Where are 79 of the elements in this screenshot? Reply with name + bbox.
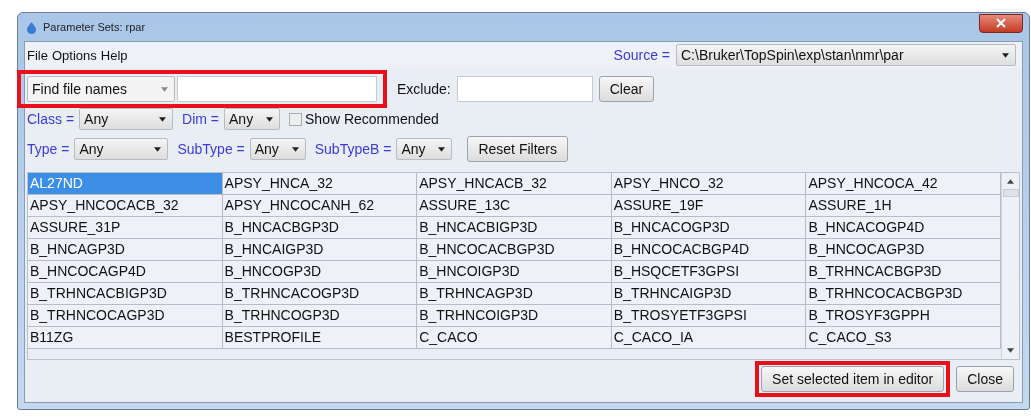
parameter-set-item[interactable]: B11ZG (28, 327, 223, 349)
filter-dropdown[interactable]: Any (79, 108, 174, 130)
caret-icon (154, 146, 162, 152)
window-title: Parameter Sets: rpar (43, 21, 146, 33)
caret-icon (291, 146, 299, 152)
parameter-set-item[interactable]: B_TRHNCACBGP3D (806, 261, 1001, 283)
parameter-set-item[interactable]: B_TRHNCACBIGP3D (28, 283, 223, 305)
parameter-set-item[interactable]: B_HNCACOGP3D (611, 217, 807, 239)
clear-button[interactable]: Clear (598, 76, 655, 102)
parameter-set-item[interactable]: C_CACO_IA (611, 327, 807, 349)
parameter-set-item[interactable]: B_TRHNCAIGP3D (611, 283, 807, 305)
parameter-set-item[interactable]: B_HNCAIGP3D (222, 239, 418, 261)
parameter-set-item[interactable]: ASSURE_19F (611, 195, 807, 217)
menu-item[interactable]: Help (100, 47, 128, 63)
show-recommended-checkbox[interactable]: Show Recommended (289, 111, 439, 127)
find-field[interactable] (177, 76, 377, 102)
source-label: Source = (613, 47, 670, 63)
parameter-set-item[interactable]: B_HNCOIGP3D (417, 261, 612, 283)
exclude-label: Exclude: (397, 81, 451, 97)
parameter-set-item[interactable]: B_HNCOCACBGP3D (417, 239, 612, 261)
parameter-set-item[interactable]: B_HNCACBGP3D (222, 217, 418, 239)
drop-icon (26, 20, 37, 34)
parameter-set-item[interactable]: APSY_HNCO_32 (611, 173, 807, 195)
close-icon (996, 18, 1006, 28)
parameter-set-item[interactable]: C_CACO_S3 (806, 327, 1001, 349)
filter-label: SubTypeB = (314, 141, 392, 157)
parameter-set-item[interactable]: APSY_HNCA_32 (222, 173, 418, 195)
scrollbar[interactable] (1001, 173, 1019, 359)
filter-dropdown[interactable]: Any (396, 138, 453, 160)
checkbox[interactable] (289, 112, 303, 126)
source-dropdown[interactable]: C:\Bruker\TopSpin\exp\stan\nmr\par (676, 44, 1016, 66)
parameter-set-item[interactable]: B_HSQCETF3GPSI (611, 261, 807, 283)
parameter-set-item[interactable]: B_HNCOCAGP3D (806, 239, 1001, 261)
parameter-set-item[interactable]: APSY_HNCOCANH_62 (222, 195, 418, 217)
scroll-up-icon[interactable] (1007, 179, 1014, 184)
filter-dropdown[interactable]: Any (224, 108, 281, 130)
parameter-set-item[interactable]: B_TRHNCACOGP3D (222, 283, 418, 305)
dialog-button[interactable]: Close (956, 366, 1014, 392)
parameter-set-item[interactable]: B_HNCAGP3D (28, 239, 223, 261)
parameter-set-item[interactable]: B_TRHNCOCACBGP3D (806, 283, 1001, 305)
menu-item[interactable]: Options (51, 47, 97, 63)
parameter-set-item[interactable]: B_TRHNCAGP3D (417, 283, 612, 305)
filter-dropdown[interactable]: Any (249, 138, 306, 160)
parameter-set-item[interactable]: B_HNCOGP3D (222, 261, 418, 283)
caret-icon (1002, 52, 1009, 58)
filter-label: Dim = (182, 111, 220, 127)
parameter-set-item[interactable]: BESTPROFILE (222, 327, 418, 349)
caret-icon (438, 146, 446, 152)
scroll-thumb[interactable] (1002, 189, 1019, 197)
scroll-down-icon[interactable] (1007, 348, 1014, 353)
parameter-set-item[interactable]: ASSURE_13C (417, 195, 612, 217)
caret-icon (159, 116, 167, 122)
exclude-field[interactable] (456, 76, 593, 102)
parameter-set-item[interactable]: B_HNCACBIGP3D (417, 217, 612, 239)
parameter-set-item[interactable]: B_TRHNCOIGP3D (417, 305, 612, 327)
parameter-set-item[interactable]: B_TROSYF3GPPH (806, 305, 1001, 327)
parameter-set-item[interactable]: B_TRHNCOCAGP3D (28, 305, 223, 327)
filter-dropdown[interactable]: Any (74, 138, 169, 160)
dialog-button[interactable]: Set selected item in editor (761, 366, 945, 392)
menu-item[interactable]: File (27, 47, 48, 63)
parameter-set-item[interactable]: ASSURE_31P (28, 217, 223, 239)
parameter-set-item[interactable]: C_CACO (417, 327, 612, 349)
caret-icon (161, 86, 168, 92)
parameter-set-item[interactable]: ASSURE_1H (806, 195, 1001, 217)
parameter-set-item[interactable]: B_TROSYETF3GPSI (611, 305, 807, 327)
filter-label: SubType = (177, 141, 245, 157)
parameter-set-item[interactable]: B_HNCOCACBGP4D (611, 239, 807, 261)
parameter-set-item[interactable]: APSY_HNCACB_32 (417, 173, 612, 195)
find-mode-dropdown[interactable]: Find file names (27, 76, 175, 102)
parameter-set-item[interactable]: APSY_HNCOCA_42 (806, 173, 1001, 195)
filter-label: Type = (27, 141, 70, 157)
reset-filters-button[interactable]: Reset Filters (467, 136, 568, 162)
caret-icon (266, 116, 274, 122)
parameter-set-item[interactable]: B_HNCACOGP4D (806, 217, 1001, 239)
parameter-set-item[interactable]: B_HNCOCAGP4D (28, 261, 223, 283)
parameter-set-item[interactable]: APSY_HNCOCACB_32 (28, 195, 223, 217)
filter-label: Class = (27, 111, 75, 127)
close-button[interactable] (979, 13, 1023, 33)
parameter-set-item[interactable]: B_TRHNCOGP3D (222, 305, 418, 327)
